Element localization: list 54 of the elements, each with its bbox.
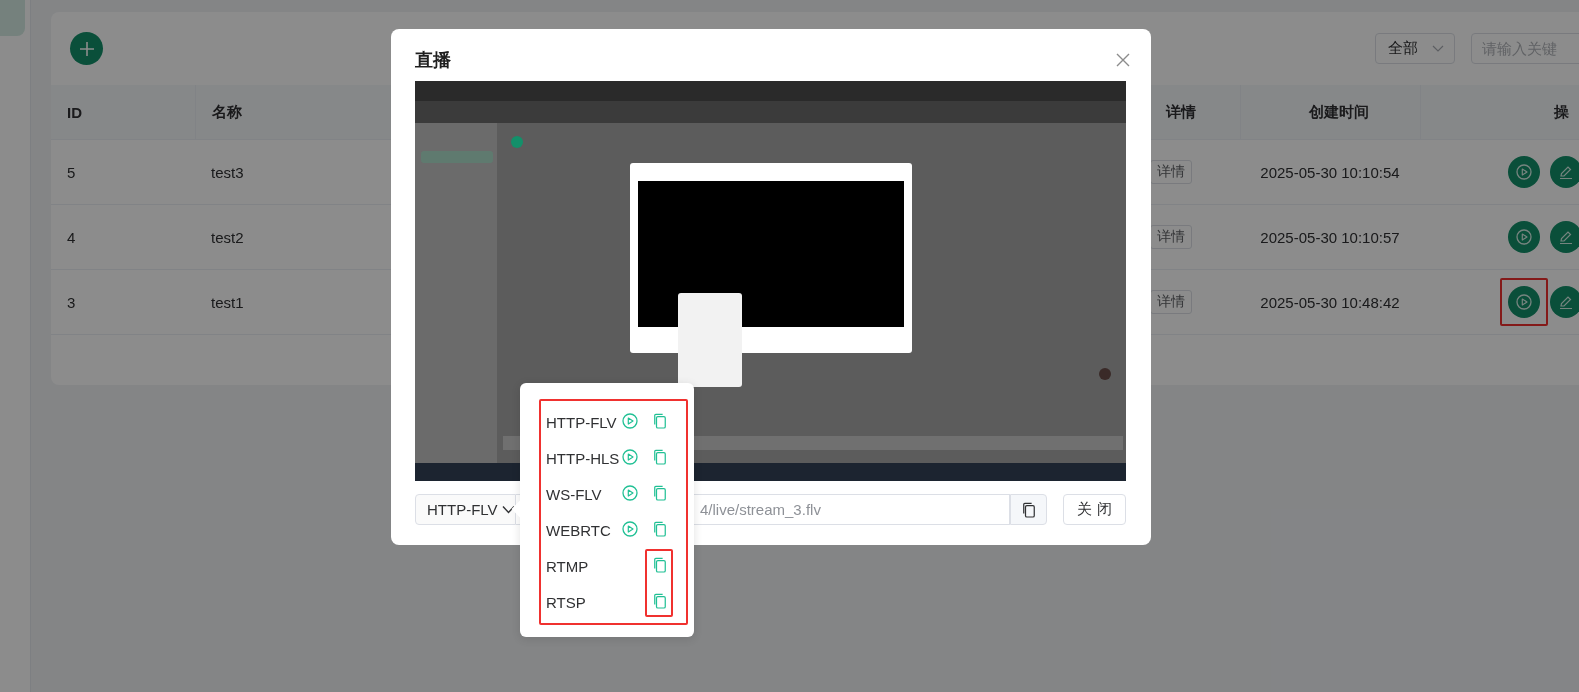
table-cell: 2025-05-30 10:10:54 (1260, 163, 1400, 181)
table-cell-text: 3 (66, 293, 76, 311)
plus-icon (78, 40, 95, 57)
copy-icon (653, 484, 667, 501)
copy-button[interactable] (1010, 494, 1047, 525)
play-button[interactable] (1508, 156, 1540, 188)
pencil-icon (1558, 294, 1574, 310)
edit-button[interactable] (1550, 221, 1579, 253)
pencil-icon (1558, 164, 1574, 180)
dialog-title: 直播 (415, 49, 451, 72)
detail-button[interactable]: 详情 (1150, 290, 1192, 314)
detail-button[interactable]: 详情 (1150, 160, 1192, 184)
table-cell-text: test3 (210, 163, 244, 181)
filter-select[interactable]: 全部 (1375, 33, 1455, 64)
play-icon (622, 412, 638, 429)
copy-icon (653, 556, 667, 573)
table-cell-text: test2 (210, 228, 244, 246)
protocol-option[interactable]: RTMP (546, 557, 622, 575)
protocol-option[interactable]: HTTP-HLS (546, 449, 622, 467)
play-button[interactable] (1508, 286, 1540, 318)
column-header: 创建时间 (1307, 102, 1369, 122)
copy-icon (653, 520, 667, 537)
copy-icon (1021, 501, 1036, 518)
table-cell: 2025-05-30 10:48:42 (1260, 293, 1400, 311)
copy-icon (653, 448, 667, 465)
play-icon (622, 448, 638, 465)
pencil-icon (1558, 229, 1574, 245)
close-icon (1116, 53, 1130, 67)
play-icon (622, 520, 638, 537)
table-cell-text: test1 (210, 293, 244, 311)
play-icon (1516, 294, 1532, 310)
close-button[interactable] (1116, 53, 1130, 67)
protocol-option[interactable]: HTTP-FLV (546, 413, 622, 431)
column-header: 详情 (1164, 102, 1196, 122)
table-cell-text: 4 (66, 228, 76, 246)
protocol-select[interactable]: HTTP-FLV (415, 494, 516, 525)
column-header: ID (66, 103, 82, 121)
detail-button[interactable]: 详情 (1150, 225, 1192, 249)
column-header: 名称 (211, 102, 242, 122)
copy-icon (653, 592, 667, 609)
chevron-down-icon (1432, 44, 1444, 53)
play-button[interactable] (1508, 221, 1540, 253)
play-icon (1516, 164, 1532, 180)
edit-button[interactable] (1550, 286, 1579, 318)
copy-icon (653, 412, 667, 429)
column-header: 操 (1553, 102, 1569, 122)
protocol-option[interactable]: RTSP (546, 593, 622, 611)
play-icon (622, 484, 638, 501)
edit-button[interactable] (1550, 156, 1579, 188)
table-cell: 2025-05-30 10:10:57 (1260, 228, 1400, 246)
add-button[interactable] (70, 32, 103, 65)
table-cell-text: 5 (66, 163, 76, 181)
close-dialog-button[interactable]: 关 闭 (1063, 494, 1126, 525)
play-icon (1516, 229, 1532, 245)
